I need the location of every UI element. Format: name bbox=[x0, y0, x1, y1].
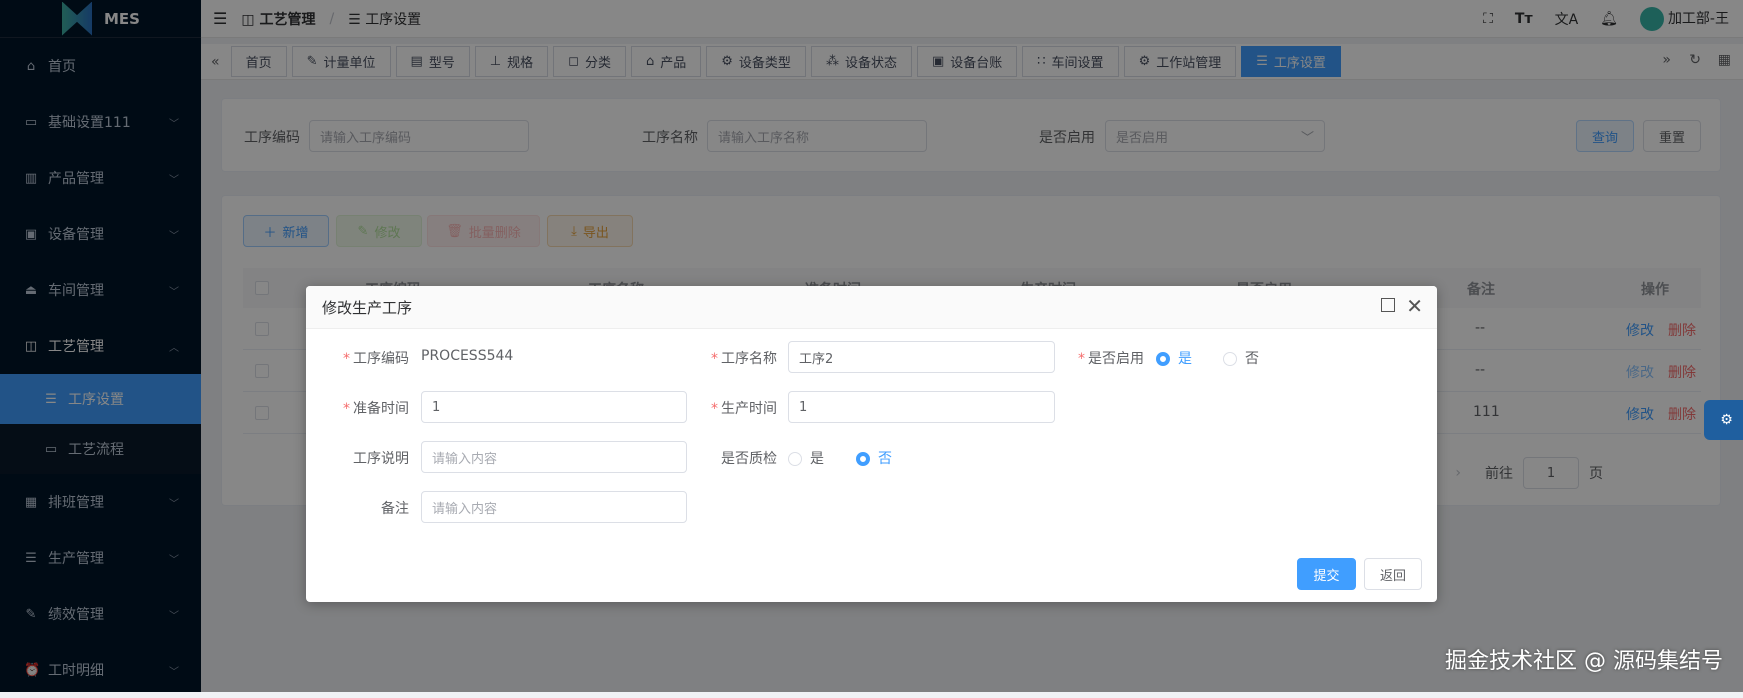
description-input[interactable]: 请输入内容 bbox=[421, 441, 687, 473]
qc-no-radio[interactable]: 否 bbox=[856, 448, 892, 468]
label-text: 工序名称 bbox=[721, 351, 777, 367]
name-label: * 工序名称 bbox=[711, 351, 777, 367]
label-text: 是否启用 bbox=[1088, 351, 1144, 367]
dialog-header: 修改生产工序 bbox=[306, 286, 1437, 329]
label-text: 准备时间 bbox=[353, 401, 409, 417]
submit-button[interactable]: 提交 bbox=[1297, 558, 1356, 590]
name-input[interactable]: 工序2 bbox=[788, 341, 1055, 373]
edit-process-dialog: 修改生产工序 ✕ * 工序编码 PROCESS544 * 工序名称 工序2 * 是否启… bbox=[306, 286, 1437, 602]
gear-icon: ⚙ bbox=[1720, 412, 1733, 428]
enabled-yes-radio[interactable]: 是 bbox=[1156, 348, 1192, 368]
radio-icon bbox=[788, 452, 802, 466]
radio-checked-icon bbox=[1156, 352, 1170, 366]
input-value: 1 bbox=[432, 399, 441, 415]
qc-yes-radio[interactable]: 是 bbox=[788, 448, 824, 468]
prod-time-label: * 生产时间 bbox=[711, 401, 777, 417]
settings-drawer-button[interactable]: ⚙ bbox=[1704, 400, 1743, 440]
radio-label: 否 bbox=[1245, 351, 1259, 367]
code-value: PROCESS544 bbox=[421, 348, 514, 364]
enabled-label: * 是否启用 bbox=[1078, 351, 1144, 367]
prod-time-input[interactable]: 1 bbox=[788, 391, 1055, 423]
radio-checked-icon bbox=[856, 452, 870, 466]
maximize-icon[interactable] bbox=[1381, 298, 1395, 312]
enabled-no-radio[interactable]: 否 bbox=[1223, 348, 1259, 368]
description-label: 工序说明 bbox=[353, 451, 409, 467]
button-label: 返回 bbox=[1379, 568, 1406, 584]
input-value: 工序2 bbox=[799, 351, 834, 367]
placeholder: 请输入内容 bbox=[432, 501, 498, 517]
button-label: 提交 bbox=[1313, 568, 1340, 584]
code-label: * 工序编码 bbox=[343, 351, 409, 367]
remark-textarea[interactable]: 请输入内容 bbox=[421, 491, 687, 523]
placeholder: 请输入内容 bbox=[432, 451, 498, 467]
input-value: 1 bbox=[799, 399, 808, 415]
qc-label: 是否质检 bbox=[721, 451, 777, 467]
label-text: 生产时间 bbox=[721, 401, 777, 417]
label-text: 工序编码 bbox=[353, 351, 409, 367]
prep-time-input[interactable]: 1 bbox=[421, 391, 687, 423]
radio-icon bbox=[1223, 352, 1237, 366]
watermark: 掘金技术社区 @ 源码集结号 bbox=[1445, 649, 1723, 674]
radio-label: 是 bbox=[810, 451, 824, 467]
prep-time-label: * 准备时间 bbox=[343, 401, 409, 417]
back-button[interactable]: 返回 bbox=[1364, 558, 1422, 590]
remark-label: 备注 bbox=[381, 501, 409, 517]
dialog-title: 修改生产工序 bbox=[322, 298, 413, 317]
radio-label: 否 bbox=[878, 451, 892, 467]
close-icon[interactable]: ✕ bbox=[1406, 294, 1423, 318]
radio-label: 是 bbox=[1178, 351, 1192, 367]
